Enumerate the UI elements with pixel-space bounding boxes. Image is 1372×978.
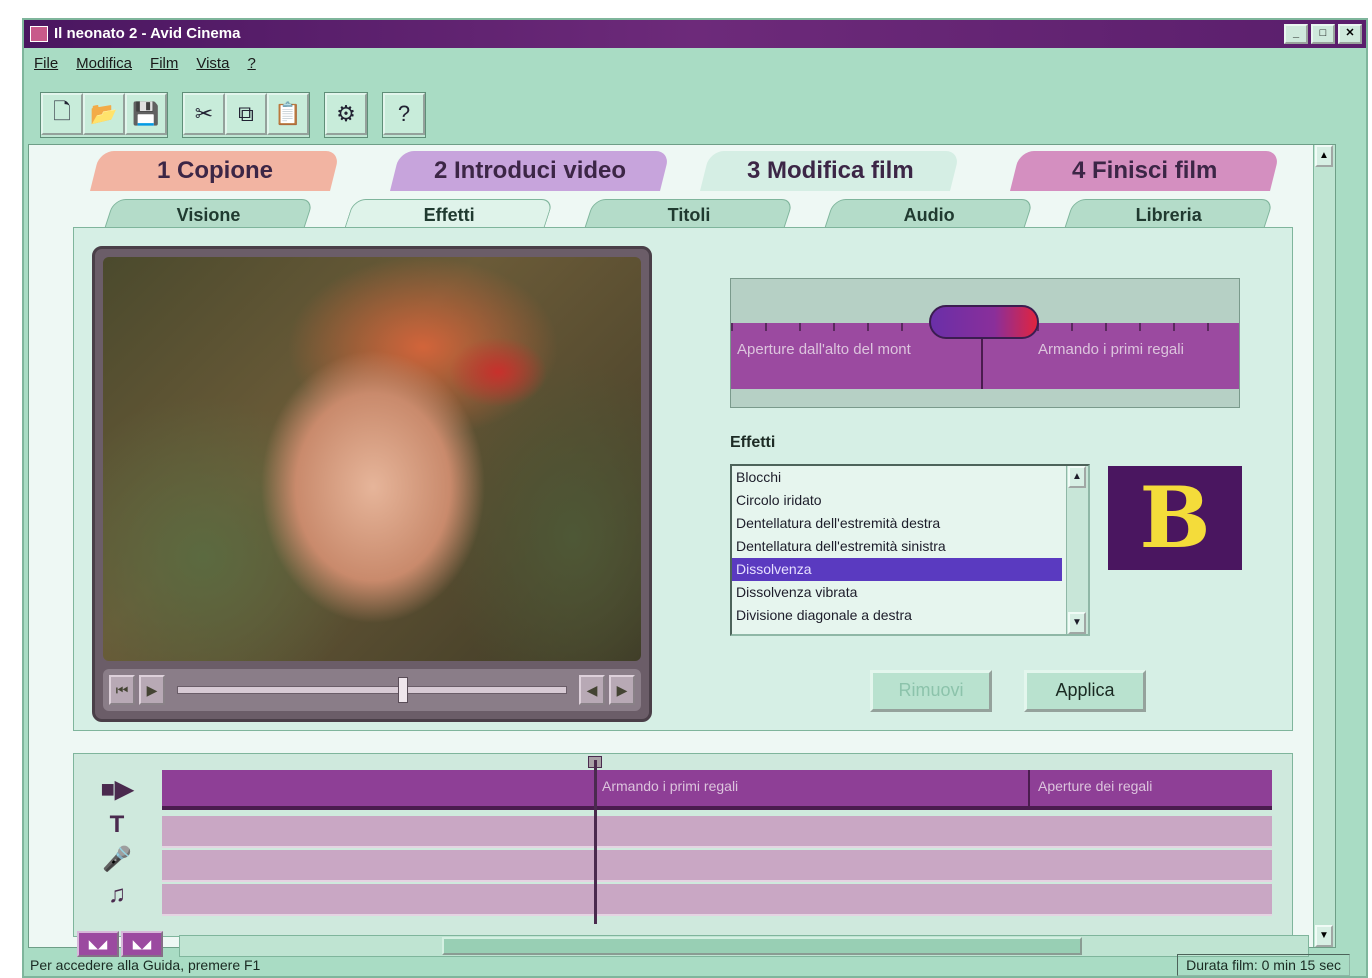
step-forward-icon[interactable]: ▶ — [609, 675, 635, 705]
effects-scrollbar[interactable]: ▲ ▼ — [1066, 466, 1088, 634]
cut-icon[interactable]: ✂ — [183, 93, 225, 135]
list-item-selected[interactable]: Dissolvenza — [732, 558, 1062, 581]
help-icon[interactable]: ? — [383, 93, 425, 135]
menu-modifica[interactable]: Modifica — [76, 55, 132, 72]
video-track[interactable]: Armando i primi regali Aperture dei rega… — [162, 770, 1272, 810]
music-track[interactable] — [162, 884, 1272, 916]
tab-titoli[interactable]: Titoli — [584, 199, 794, 229]
minimize-button[interactable]: _ — [1284, 24, 1308, 44]
vertical-scrollbar[interactable]: ▲ ▼ — [1313, 145, 1335, 947]
microphone-icon: 🎤 — [102, 846, 132, 873]
status-hint: Per accedere alla Guida, premere F1 — [30, 957, 261, 973]
list-item[interactable]: Circolo iridato — [732, 489, 1062, 512]
timeline-tracks[interactable]: Armando i primi regali Aperture dei rega… — [162, 756, 1272, 924]
list-item[interactable]: Dentellatura dell'estremità sinistra — [732, 535, 1062, 558]
window-title: Il neonato 2 - Avid Cinema — [54, 25, 241, 42]
menu-help[interactable]: ? — [247, 55, 255, 72]
scrub-bar[interactable] — [177, 677, 567, 703]
close-button[interactable]: ✕ — [1338, 24, 1362, 44]
step-back-icon[interactable]: ◀ — [579, 675, 605, 705]
scroll-up-icon[interactable]: ▲ — [1315, 145, 1333, 167]
record-icon[interactable]: ⚙ — [325, 93, 367, 135]
timeline-clip[interactable]: Armando i primi regali — [602, 778, 738, 794]
title-track[interactable] — [162, 816, 1272, 848]
menu-film[interactable]: Film — [150, 55, 178, 72]
transition-preview: Aperture dall'alto del mont Armando i pr… — [730, 278, 1240, 408]
video-camera-icon: ■▶ — [100, 776, 134, 803]
timeline-clip[interactable]: Aperture dei regali — [1038, 778, 1152, 794]
list-item[interactable]: Divisione diagonale a destra — [732, 604, 1062, 627]
title-track-icon: T — [109, 811, 125, 838]
rewind-icon[interactable]: ⏮ — [109, 675, 135, 705]
effects-label: Effetti — [730, 434, 776, 451]
tab-audio[interactable]: Audio — [824, 199, 1034, 229]
timeline: ■▶ T 🎤 ♫ Armando i primi regali Aperture… — [73, 753, 1293, 937]
tab-modifica-film[interactable]: 3 Modifica film — [700, 151, 960, 191]
main-tabs: 1 Copione 2 Introduci video 3 Modifica f… — [75, 151, 1295, 191]
playhead[interactable] — [594, 760, 597, 924]
scrub-thumb[interactable] — [398, 677, 408, 703]
menu-file[interactable]: File — [34, 55, 58, 72]
scroll-down-icon[interactable]: ▼ — [1315, 925, 1333, 947]
effect-preview-thumbnail: B — [1108, 466, 1242, 570]
effects-list[interactable]: Blocchi Circolo iridato Dentellatura del… — [730, 464, 1090, 636]
paste-icon[interactable]: 📋 — [267, 93, 309, 135]
menu-bar: File Modifica Film Vista ? — [24, 48, 1366, 78]
video-preview — [103, 257, 641, 661]
list-item[interactable]: Dentellatura dell'estremità destra — [732, 512, 1062, 535]
tab-copione[interactable]: 1 Copione — [90, 151, 340, 191]
playback-controls: ⏮ ▶ ◀ ▶ — [103, 669, 641, 711]
transition-handle[interactable] — [929, 305, 1039, 339]
tab-visione[interactable]: Visione — [104, 199, 314, 229]
play-icon[interactable]: ▶ — [139, 675, 165, 705]
tab-introduci-video[interactable]: 2 Introduci video — [390, 151, 670, 191]
effects-panel: ⏮ ▶ ◀ ▶ Aperture dall'alto del mont Arma… — [73, 227, 1293, 731]
tab-finisci-film[interactable]: 4 Finisci film — [1010, 151, 1280, 191]
save-icon[interactable]: 💾 — [125, 93, 167, 135]
scroll-up-icon[interactable]: ▲ — [1068, 466, 1086, 488]
status-bar: Per accedere alla Guida, premere F1 Dura… — [24, 952, 1366, 978]
copy-icon[interactable]: ⧉ — [225, 93, 267, 135]
new-icon[interactable]: 🗋 — [41, 93, 83, 135]
title-bar: Il neonato 2 - Avid Cinema _ □ ✕ — [24, 20, 1366, 48]
video-monitor: ⏮ ▶ ◀ ▶ — [92, 246, 652, 722]
remove-button[interactable]: Rimuovi — [870, 670, 992, 712]
workspace: 1 Copione 2 Introduci video 3 Modifica f… — [28, 144, 1336, 957]
menu-vista[interactable]: Vista — [196, 55, 229, 72]
apply-button[interactable]: Applica — [1024, 670, 1146, 712]
clip-boundary — [1028, 770, 1030, 810]
scroll-down-icon[interactable]: ▼ — [1068, 612, 1086, 634]
transition-clip-left: Aperture dall'alto del mont — [737, 341, 911, 358]
toolbar: 🗋 📂 💾 ✂ ⧉ 📋 ⚙ ? — [40, 92, 426, 138]
app-window: Il neonato 2 - Avid Cinema _ □ ✕ File Mo… — [22, 18, 1368, 978]
open-icon[interactable]: 📂 — [83, 93, 125, 135]
music-note-icon: ♫ — [108, 881, 126, 908]
list-item[interactable]: Dissolvenza vibrata — [732, 581, 1062, 604]
effect-preview-letter: B — [1139, 468, 1211, 567]
transition-clip-right: Armando i primi regali — [1038, 341, 1184, 358]
tab-libreria[interactable]: Libreria — [1064, 199, 1274, 229]
list-item[interactable]: Blocchi — [732, 466, 1062, 489]
narration-track[interactable] — [162, 850, 1272, 882]
tab-effetti[interactable]: Effetti — [344, 199, 554, 229]
sub-tabs: Visione Effetti Titoli Audio Libreria — [89, 199, 1289, 229]
app-icon[interactable] — [30, 26, 48, 42]
maximize-button[interactable]: □ — [1311, 24, 1335, 44]
film-duration: Durata film: 0 min 15 sec — [1177, 954, 1350, 976]
